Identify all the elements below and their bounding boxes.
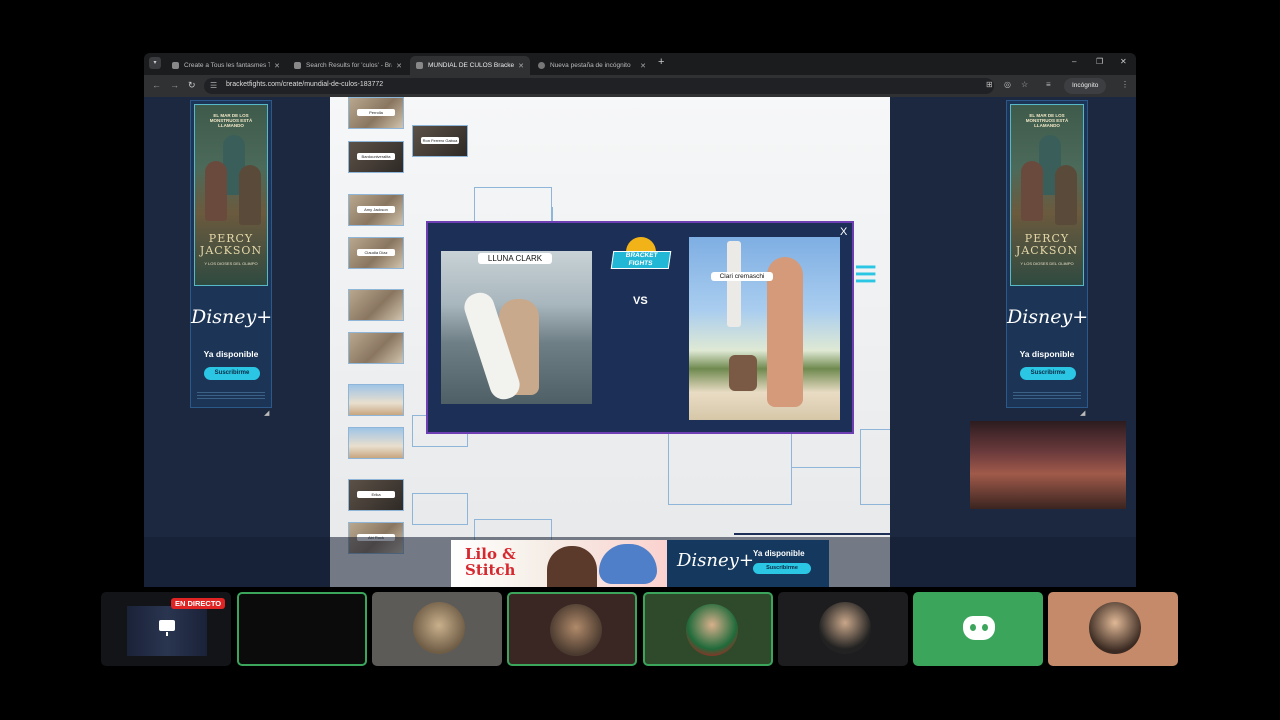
eye-off-icon[interactable]: ◎ [1004, 80, 1011, 89]
toolbar: ← → ↻ ☰ bracketfights.com/create/mundial… [144, 75, 1136, 97]
character-figure [1021, 161, 1043, 221]
subscribe-button[interactable]: Suscribirme [1020, 367, 1076, 380]
tab-favicon-icon [172, 62, 179, 69]
participant-tile[interactable] [643, 592, 773, 666]
bracket-slot[interactable] [668, 429, 792, 505]
adchoices-icon[interactable]: ◢ [1080, 409, 1085, 417]
contender-name: Clari cremaschi [711, 272, 773, 281]
adchoices-icon[interactable]: ◢ [264, 409, 269, 417]
incognito-icon [538, 62, 545, 69]
close-icon[interactable]: ✕ [396, 62, 402, 70]
close-icon[interactable]: ✕ [274, 62, 280, 70]
back-icon[interactable]: ← [152, 80, 161, 90]
bracket-seed[interactable] [348, 384, 404, 416]
live-badge: EN DIRECTO [171, 598, 226, 609]
avatar [819, 602, 871, 654]
ad-bottom-banner[interactable]: Lilo & Stitch Disney+ Ya disponible Suscr… [451, 540, 829, 587]
address-bar[interactable]: ☰ bracketfights.com/create/mundial-de-cu… [204, 78, 994, 94]
participant-tile[interactable] [1048, 592, 1178, 666]
vs-label: VS [633, 295, 648, 307]
browser-window: ▾ Create a Tous les fantasmes Tie... ✕ S… [144, 53, 1136, 587]
tab-search-button[interactable]: ▾ [149, 57, 161, 69]
close-window-icon[interactable]: ✕ [1120, 57, 1127, 66]
screen-preview [127, 606, 207, 656]
character-image [547, 546, 597, 587]
lighthouse [727, 241, 741, 327]
screen-share-icon [159, 620, 175, 636]
participant-tile[interactable] [372, 592, 502, 666]
avatar [550, 604, 602, 656]
disney-plus-logo: Disney+ [191, 306, 273, 328]
tab-incognito[interactable]: Nueva pestaña de incógnito ✕ [532, 56, 652, 75]
close-icon[interactable]: ✕ [640, 62, 646, 70]
restore-icon[interactable]: ❐ [1096, 57, 1103, 66]
reload-icon[interactable]: ↻ [188, 80, 196, 91]
tab-list-icon[interactable]: ≡ [1046, 80, 1051, 89]
forward-icon[interactable]: → [170, 80, 179, 90]
avatar [413, 602, 465, 654]
fine-print [197, 391, 265, 399]
character-image [599, 544, 657, 584]
movie-poster: EL MAR DE LOS MONSTRUOS ESTÁ LLAMANDO PE… [1010, 104, 1084, 286]
tab-favicon-icon [416, 62, 423, 69]
disney-plus-logo: Disney+ [677, 550, 754, 571]
bracket-fights-logo: BRACKET FIGHTS [610, 237, 672, 281]
tab-strip: ▾ Create a Tous les fantasmes Tie... ✕ S… [144, 53, 1136, 75]
bracket-seed[interactable] [348, 332, 404, 364]
video-thumbnail[interactable] [970, 421, 1126, 509]
character-figure [239, 165, 261, 225]
ad-right[interactable]: EL MAR DE LOS MONSTRUOS ESTÁ LLAMANDO PE… [1006, 100, 1088, 408]
character-figure [205, 161, 227, 221]
bracket-seed[interactable] [348, 289, 404, 321]
discord-icon [963, 616, 995, 640]
close-modal-button[interactable]: X [840, 226, 847, 238]
bracket-slot[interactable] [412, 493, 468, 525]
close-icon[interactable]: ✕ [518, 62, 524, 70]
site-info-icon[interactable]: ☰ [210, 81, 217, 90]
new-tab-button[interactable]: + [658, 56, 664, 68]
matchup-modal: X LLUNA CLARK BRACKET FIGHTS VS Clari cre… [426, 221, 854, 434]
incognito-badge[interactable]: Incógnito [1064, 78, 1107, 94]
bracket-seed[interactable]: Bardouniveralita [348, 141, 404, 173]
bracket-round2-slot[interactable]: Ron Ferrero Gaboa [412, 125, 468, 157]
lilo-stitch-ad: Lilo & Stitch [451, 540, 667, 587]
handbag [729, 355, 757, 391]
subscribe-button[interactable]: Suscribirme [753, 563, 811, 574]
tab-search-results[interactable]: Search Results for 'culos' - Bra... ✕ [288, 56, 408, 75]
url-text[interactable]: bracketfights.com/create/mundial-de-culo… [226, 81, 383, 88]
avatar [686, 604, 738, 656]
participant-tile[interactable] [507, 592, 637, 666]
bracket-slot[interactable] [860, 429, 890, 505]
bracket-seed[interactable]: Claudia Díaz [348, 237, 404, 269]
character-figure [1055, 165, 1077, 225]
participant-tile[interactable] [778, 592, 908, 666]
tab-favicon-icon [294, 62, 301, 69]
disney-plus-logo: Disney+ [1007, 306, 1089, 328]
bracket-seed[interactable] [348, 427, 404, 459]
fine-print [1013, 391, 1081, 399]
participant-tile[interactable] [237, 592, 367, 666]
discord-tile[interactable] [913, 592, 1043, 666]
minimize-icon[interactable]: – [1072, 57, 1076, 66]
movie-poster: EL MAR DE LOS MONSTRUOS ESTÁ LLAMANDO PE… [194, 104, 268, 286]
menu-icon[interactable]: ⋮ [1121, 80, 1129, 89]
web-viewport: EL MAR DE LOS MONSTRUOS ESTÁ LLAMANDO PE… [144, 97, 1136, 587]
star-icon[interactable]: ☆ [1021, 80, 1028, 89]
screen-share-tile[interactable]: EN DIRECTO [101, 592, 231, 666]
subscribe-button[interactable]: Suscribirme [204, 367, 260, 380]
bracket-seed[interactable]: Perrolla [348, 97, 404, 129]
avatar [1089, 602, 1141, 654]
contender-name: LLUNA CLARK [478, 253, 552, 264]
translate-icon[interactable]: ⊞ [986, 80, 993, 89]
contender-right[interactable]: Clari cremaschi [689, 237, 840, 420]
ad-left[interactable]: EL MAR DE LOS MONSTRUOS ESTÁ LLAMANDO PE… [190, 100, 272, 408]
tab-bracket[interactable]: MUNDIAL DE CULOS Bracket -... ✕ [410, 56, 530, 75]
contender-left[interactable]: LLUNA CLARK [441, 251, 592, 404]
bracket-seed[interactable]: Amy Jackson [348, 194, 404, 226]
bracket-seed[interactable]: Erika [348, 479, 404, 511]
tab-create[interactable]: Create a Tous les fantasmes Tie... ✕ [166, 56, 286, 75]
bracket-fights-logo-partial: ≡ [854, 252, 878, 296]
